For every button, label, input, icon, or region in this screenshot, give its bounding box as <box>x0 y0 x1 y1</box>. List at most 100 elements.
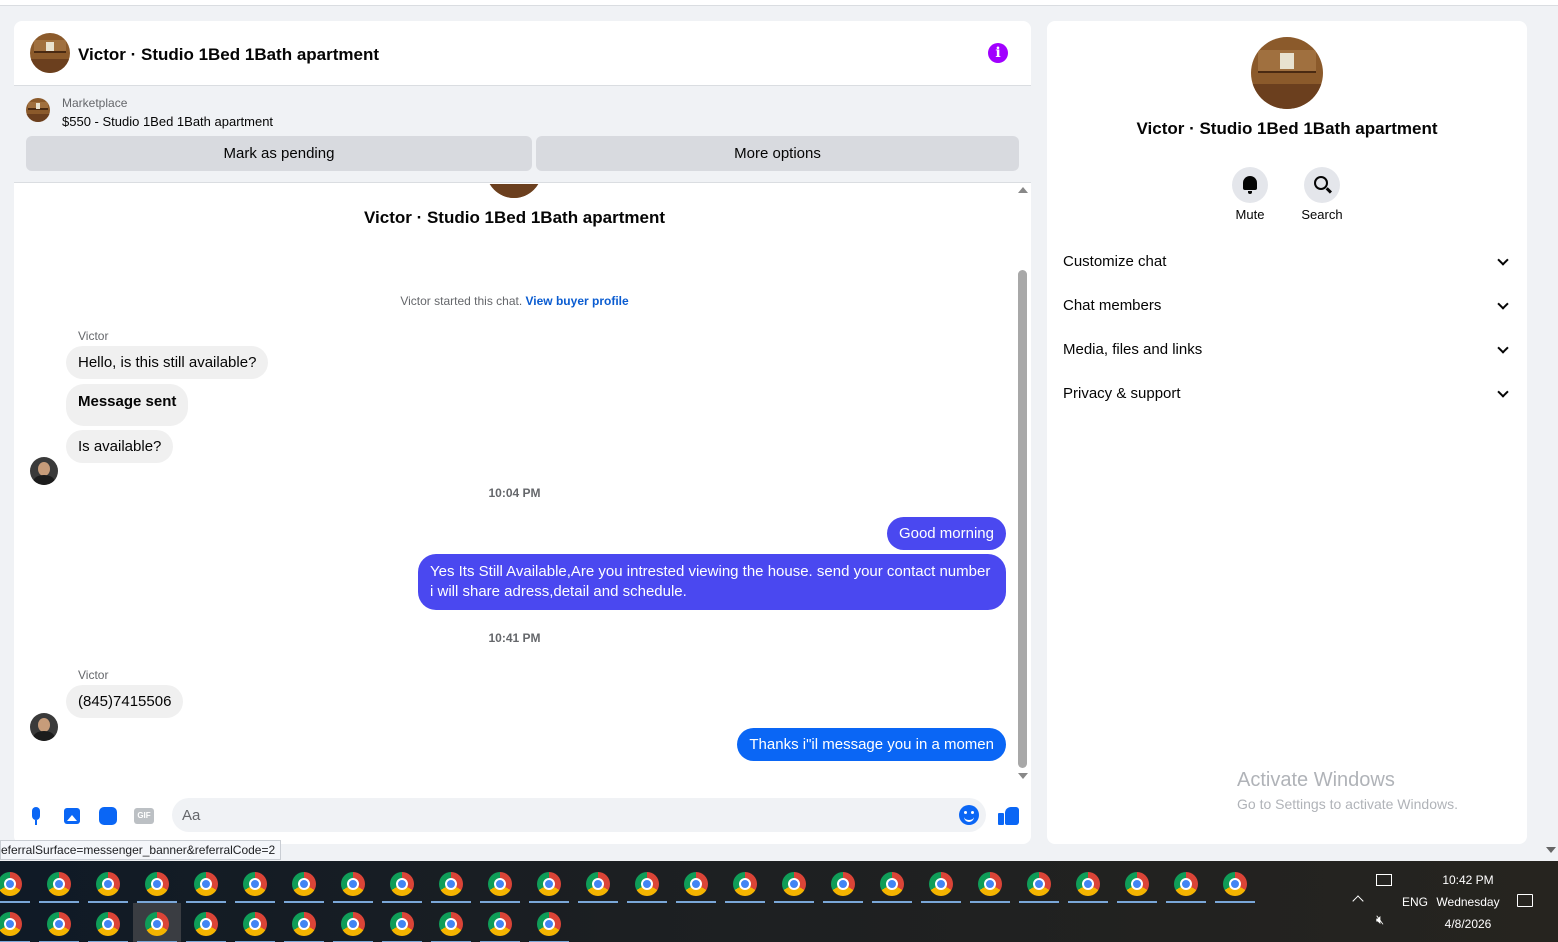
outgoing-message[interactable]: Good morning <box>886 517 1006 550</box>
taskbar-chrome-window[interactable] <box>84 863 132 903</box>
victor-avatar[interactable] <box>30 457 58 485</box>
taskbar-chrome-window[interactable] <box>329 863 377 903</box>
taskbar-chrome-window[interactable] <box>721 863 769 903</box>
more-options-button[interactable]: More options <box>536 136 1019 171</box>
taskbar-chrome-window[interactable] <box>280 903 328 942</box>
volume-muted-icon[interactable]: 🔇︎ <box>1376 913 1384 928</box>
taskbar-chrome-window[interactable] <box>280 863 328 903</box>
chrome-icon <box>733 872 757 896</box>
taskbar-chrome-window[interactable] <box>1015 863 1063 903</box>
taskbar-chrome-window[interactable] <box>231 863 279 903</box>
image-icon[interactable] <box>62 806 82 826</box>
outgoing-message[interactable]: Thanks i"il message you in a momen <box>737 728 1006 761</box>
taskbar-chrome-window[interactable] <box>182 903 230 942</box>
taskbar-chrome-window[interactable] <box>0 903 34 942</box>
thread-title: Victor · Studio 1Bed 1Bath apartment <box>363 208 665 227</box>
taskbar-chrome-window[interactable] <box>476 903 524 942</box>
view-buyer-profile-link[interactable]: View buyer profile <box>526 294 629 308</box>
open-window-indicator <box>872 901 912 903</box>
taskbar-chrome-window[interactable] <box>1211 863 1259 903</box>
taskbar-chrome-window[interactable] <box>819 863 867 903</box>
taskbar-chrome-window[interactable] <box>0 863 34 903</box>
sender-name: Victor <box>78 668 109 682</box>
chevron-up-icon[interactable] <box>1352 895 1364 907</box>
taskbar-chrome-window[interactable] <box>182 863 230 903</box>
taskbar-chrome-window[interactable] <box>427 863 475 903</box>
taskbar-chrome-window[interactable] <box>525 863 573 903</box>
scroll-up-arrow-icon[interactable] <box>1018 187 1028 193</box>
chat-title[interactable]: Victor · Studio 1Bed 1Bath apartment <box>78 45 379 65</box>
message-list[interactable]: Victor · Studio 1Bed 1Bath apartment Vic… <box>14 184 1015 784</box>
emoji-icon[interactable] <box>959 805 979 825</box>
mark-as-pending-button[interactable]: Mark as pending <box>26 136 532 171</box>
taskbar-chrome-window[interactable] <box>525 903 573 942</box>
clock-time[interactable]: 10:42 PM <box>1430 873 1506 887</box>
listing-avatar[interactable] <box>30 33 70 73</box>
mute-label: Mute <box>1235 207 1265 222</box>
message-timestamp: 10:41 PM <box>488 631 541 645</box>
chrome-icon <box>929 872 953 896</box>
incoming-message[interactable]: Hello, is this still available? <box>66 346 269 379</box>
taskbar-chrome-window[interactable] <box>427 903 475 942</box>
taskbar-chrome-window[interactable] <box>672 863 720 903</box>
taskbar-chrome-window[interactable] <box>574 863 622 903</box>
section-customize-chat[interactable]: Customize chat <box>1063 246 1511 278</box>
open-window-indicator <box>1166 901 1206 903</box>
scroll-thumb[interactable] <box>1018 270 1027 768</box>
message-scrollbar[interactable] <box>1015 184 1031 784</box>
page-scroll-down-arrow-icon[interactable] <box>1546 847 1556 853</box>
microphone-icon[interactable] <box>26 806 46 826</box>
taskbar-chrome-window[interactable] <box>378 903 426 942</box>
gif-icon[interactable] <box>134 806 154 826</box>
taskbar-chrome-window[interactable] <box>133 863 181 903</box>
windows-taskbar: 🔇︎ ENG 10:42 PM Wednesday 4/8/2026 <box>0 861 1558 942</box>
taskbar-chrome-window[interactable] <box>133 903 181 942</box>
section-label: Chat members <box>1063 297 1162 314</box>
open-window-indicator <box>774 901 814 903</box>
like-icon[interactable] <box>998 804 1020 826</box>
taskbar-chrome-window[interactable] <box>770 863 818 903</box>
chat-panel: Victor · Studio 1Bed 1Bath apartment i M… <box>14 21 1031 844</box>
mute-button[interactable] <box>1232 167 1268 203</box>
search-button[interactable] <box>1304 167 1340 203</box>
language-indicator[interactable]: ENG <box>1402 895 1428 909</box>
message-input[interactable] <box>172 798 986 832</box>
incoming-message[interactable]: Is available? <box>66 430 174 463</box>
listing-price-title[interactable]: $550 - Studio 1Bed 1Bath apartment <box>62 114 273 129</box>
clock-date[interactable]: 4/8/2026 <box>1430 917 1506 931</box>
taskbar-chrome-window[interactable] <box>84 903 132 942</box>
chrome-icon <box>145 912 169 936</box>
section-chat-members[interactable]: Chat members <box>1063 290 1511 322</box>
taskbar-chrome-window[interactable] <box>868 863 916 903</box>
taskbar-chrome-window[interactable] <box>378 863 426 903</box>
section-media-files-links[interactable]: Media, files and links <box>1063 334 1511 366</box>
taskbar-chrome-window[interactable] <box>917 863 965 903</box>
taskbar-chrome-window[interactable] <box>35 863 83 903</box>
notification-center-icon[interactable] <box>1517 894 1533 907</box>
taskbar-chrome-window[interactable] <box>1162 863 1210 903</box>
incoming-message[interactable]: (845)7415506 <box>66 685 184 718</box>
chrome-icon <box>439 872 463 896</box>
victor-avatar[interactable] <box>30 713 58 741</box>
taskbar-chrome-window[interactable] <box>1113 863 1161 903</box>
section-privacy-support[interactable]: Privacy & support <box>1063 378 1511 410</box>
incoming-message[interactable]: Message sent <box>66 384 189 426</box>
clock-day[interactable]: Wednesday <box>1430 895 1506 909</box>
chrome-icon <box>0 912 22 936</box>
taskbar-chrome-window[interactable] <box>966 863 1014 903</box>
taskbar-chrome-window[interactable] <box>623 863 671 903</box>
network-icon[interactable] <box>1376 874 1392 886</box>
listing-thumbnail[interactable] <box>26 98 50 122</box>
taskbar-chrome-window[interactable] <box>35 903 83 942</box>
chrome-icon <box>684 872 708 896</box>
info-icon[interactable]: i <box>988 43 1008 63</box>
outgoing-message[interactable]: Yes Its Still Available,Are you intreste… <box>418 554 1006 610</box>
taskbar-chrome-window[interactable] <box>1064 863 1112 903</box>
taskbar-chrome-window[interactable] <box>231 903 279 942</box>
taskbar-chrome-window[interactable] <box>476 863 524 903</box>
taskbar-chrome-window[interactable] <box>329 903 377 942</box>
scroll-down-arrow-icon[interactable] <box>1018 773 1028 779</box>
sticker-icon[interactable] <box>98 806 118 826</box>
chrome-icon <box>47 872 71 896</box>
details-avatar[interactable] <box>1251 37 1323 109</box>
